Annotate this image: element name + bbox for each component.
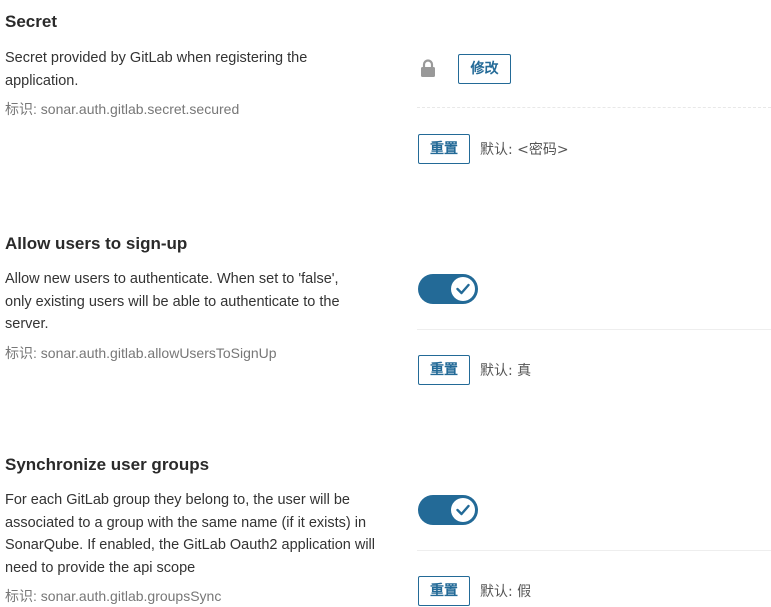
divider bbox=[417, 550, 771, 551]
setting-title: Synchronize user groups bbox=[5, 455, 210, 474]
setting-description: For each GitLab group they belong to, th… bbox=[5, 492, 375, 576]
reset-button[interactable]: 重置 bbox=[418, 576, 470, 606]
setting-key: 标识: sonar.auth.gitlab.groupsSync bbox=[5, 588, 222, 604]
default-value: 默认: 假 bbox=[480, 584, 532, 600]
setting-groups-sync: Synchronize user groups For each GitLab … bbox=[0, 0, 771, 607]
toggle-knob bbox=[451, 498, 475, 522]
groups-sync-toggle[interactable] bbox=[418, 495, 478, 525]
check-icon bbox=[456, 504, 470, 516]
